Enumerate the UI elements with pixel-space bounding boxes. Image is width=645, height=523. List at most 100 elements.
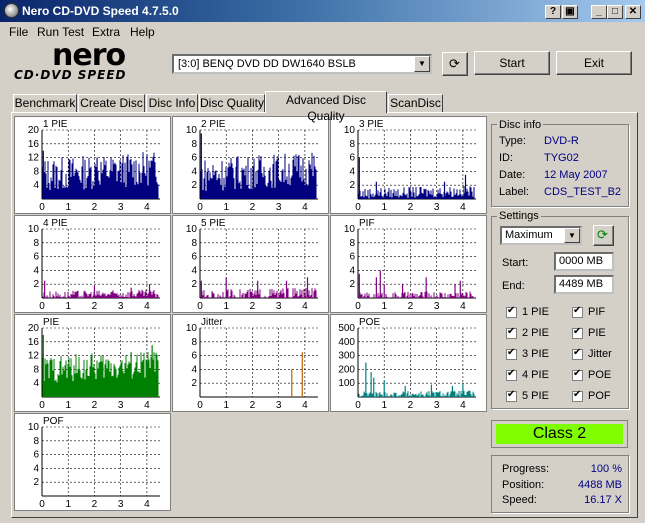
x-tick-label: 4 <box>144 301 150 312</box>
y-tick-label: 2 <box>191 279 197 290</box>
class-result-box: Class 2 <box>491 420 628 448</box>
tab-advanced-disc-quality[interactable]: Advanced Disc Quality <box>265 91 387 123</box>
cd-icon <box>4 3 19 18</box>
x-tick-label: 4 <box>460 202 466 213</box>
end-label: End: <box>502 280 525 292</box>
start-mb-input[interactable]: 0000 MB <box>554 252 614 271</box>
check-icon <box>506 368 517 381</box>
checkbox-jitter-label: Jitter <box>588 348 612 360</box>
x-tick-label: 3 <box>276 202 282 213</box>
start-button[interactable]: Start <box>474 51 550 75</box>
x-tick-label: 3 <box>118 499 124 510</box>
exit-button[interactable]: Exit <box>556 51 632 75</box>
chart-title: POE <box>359 317 380 328</box>
restore-icon[interactable]: ▣ <box>562 5 578 19</box>
x-tick-label: 0 <box>355 301 361 312</box>
nero-logo: nero <box>52 38 126 73</box>
chart-title: 3 PIE <box>359 119 384 130</box>
window-title: Nero CD-DVD Speed 4.7.5.0 <box>22 4 179 18</box>
x-tick-label: 2 <box>408 301 414 312</box>
menu-help[interactable]: Help <box>130 25 155 39</box>
x-tick-label: 3 <box>118 202 124 213</box>
y-tick-label: 2 <box>349 279 355 290</box>
class-result: Class 2 <box>496 424 623 444</box>
y-tick-label: 6 <box>191 153 197 164</box>
y-tick-label: 8 <box>33 436 39 447</box>
progress-value: 100 % <box>590 463 622 475</box>
x-tick-label: 1 <box>65 301 71 312</box>
y-tick-label: 10 <box>186 224 198 235</box>
cd-dvd-speed-logo: CD·DVD SPEED <box>14 68 127 82</box>
checkbox-pif[interactable] <box>572 305 583 318</box>
disc-info-title: Disc info <box>497 119 544 131</box>
checkbox-1-pie[interactable] <box>506 305 517 318</box>
x-tick-label: 0 <box>197 202 203 213</box>
x-tick-label: 4 <box>460 301 466 312</box>
check-icon <box>572 305 583 318</box>
checkbox-pie[interactable] <box>572 326 583 339</box>
y-tick-label: 2 <box>33 279 39 290</box>
y-tick-label: 8 <box>33 364 39 375</box>
help-icon[interactable]: ? <box>545 5 561 19</box>
checkbox-pie-label: PIE <box>588 327 606 339</box>
refresh-drive-button[interactable]: ⟳ <box>442 52 468 76</box>
check-icon <box>572 368 583 381</box>
chart-poe: POE 100 200 300 400 500 0 1 2 3 4 <box>330 314 487 412</box>
speed-select[interactable]: Maximum ▼ <box>500 226 582 245</box>
checkbox-poe-label: POE <box>588 369 612 381</box>
checkbox-2-pie[interactable] <box>506 326 517 339</box>
x-tick-label: 1 <box>65 499 71 510</box>
checkbox-pof[interactable] <box>572 389 583 402</box>
disc-type-label: Type: <box>499 135 526 147</box>
chart-pof: POF 2 4 6 8 10 0 1 2 3 4 <box>14 413 171 511</box>
chart-title: POF <box>43 416 64 427</box>
y-tick-label: 4 <box>191 364 197 375</box>
y-tick-label: 20 <box>28 125 40 136</box>
checkbox-pof-label: POF <box>588 390 611 402</box>
chevron-down-icon[interactable]: ▼ <box>414 56 430 72</box>
checkbox-4-pie[interactable] <box>506 368 517 381</box>
y-tick-label: 8 <box>349 238 355 249</box>
disc-id-label: ID: <box>499 152 514 164</box>
x-tick-label: 3 <box>434 400 440 411</box>
drive-select[interactable]: [3:0] BENQ DVD DD DW1640 BSLB ▼ <box>172 54 432 74</box>
x-tick-label: 1 <box>65 202 71 213</box>
tab-scandisc[interactable]: ScanDisc <box>388 94 443 112</box>
x-tick-label: 2 <box>92 301 98 312</box>
y-tick-label: 8 <box>33 238 39 249</box>
chart-title: 2 PIE <box>201 119 226 130</box>
x-tick-label: 4 <box>302 202 308 213</box>
minimize-icon[interactable]: _ <box>591 5 607 19</box>
tab-create-disc[interactable]: Create Disc <box>78 94 145 112</box>
checkbox-5-pie[interactable] <box>506 389 517 402</box>
title-bar[interactable]: Nero CD-DVD Speed 4.7.5.0 ? ▣ _ □ ✕ <box>0 0 645 22</box>
menu-run-test[interactable]: Run Test <box>37 25 84 39</box>
y-tick-label: 300 <box>338 351 355 362</box>
menu-file[interactable]: File <box>9 25 28 39</box>
checkbox-poe[interactable] <box>572 368 583 381</box>
chevron-down-icon[interactable]: ▼ <box>564 228 580 243</box>
x-tick-label: 0 <box>355 400 361 411</box>
x-tick-label: 3 <box>276 301 282 312</box>
y-tick-label: 16 <box>28 139 40 150</box>
x-tick-label: 1 <box>223 301 229 312</box>
tab-disc-info[interactable]: Disc Info <box>146 94 198 112</box>
y-tick-label: 6 <box>349 153 355 164</box>
y-tick-label: 8 <box>33 166 39 177</box>
y-tick-label: 400 <box>338 337 355 348</box>
maximize-icon[interactable]: □ <box>607 5 623 19</box>
checkbox-3-pie[interactable] <box>506 347 517 360</box>
x-tick-label: 0 <box>39 202 45 213</box>
y-tick-label: 4 <box>349 166 355 177</box>
tab-benchmark[interactable]: Benchmark <box>13 94 77 112</box>
checkbox-jitter[interactable] <box>572 347 583 360</box>
x-tick-label: 4 <box>144 499 150 510</box>
end-mb-input[interactable]: 4489 MB <box>554 275 614 294</box>
tab-disc-quality[interactable]: Disc Quality <box>199 94 265 112</box>
y-tick-label: 2 <box>349 180 355 191</box>
y-tick-label: 10 <box>344 224 356 235</box>
y-tick-label: 4 <box>349 265 355 276</box>
refresh-speed-button[interactable]: ⟳ <box>593 225 614 246</box>
menu-extra[interactable]: Extra <box>92 25 120 39</box>
close-icon[interactable]: ✕ <box>625 5 641 19</box>
